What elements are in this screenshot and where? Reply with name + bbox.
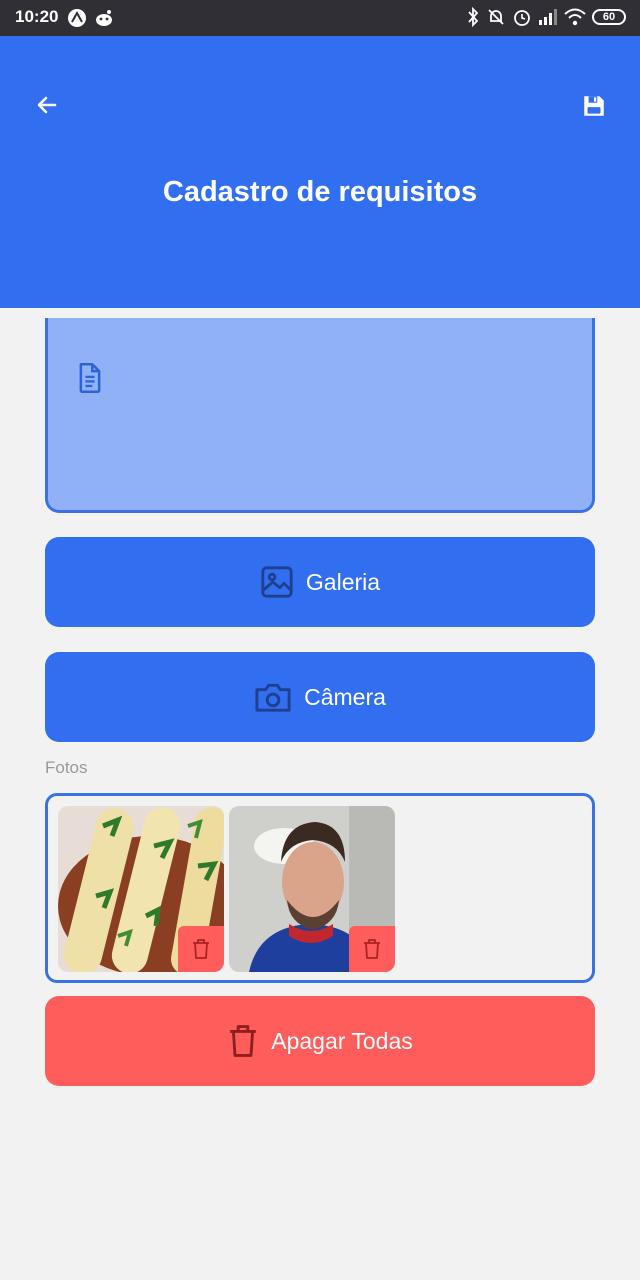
floppy-disk-icon (584, 96, 604, 116)
trash-icon (193, 939, 209, 959)
trash-icon (230, 1025, 257, 1057)
notifications-off-icon (488, 9, 504, 25)
delete-photo-button[interactable] (178, 926, 224, 972)
page-title: Cadastro de requisitos (162, 176, 478, 208)
photos-container (45, 793, 595, 983)
reddit-icon (96, 10, 112, 26)
status-right-icons: 60 (466, 7, 626, 27)
app-header: Cadastro de requisitos (0, 36, 640, 308)
photo-thumbnail[interactable] (58, 806, 224, 972)
delete-all-button-label: Apagar Todas (271, 1027, 413, 1054)
bluetooth-icon (468, 7, 479, 27)
alarm-icon (514, 10, 530, 26)
expo-icon (68, 9, 86, 27)
wifi-icon (564, 8, 586, 26)
photo-thumbnail[interactable] (229, 806, 395, 972)
battery-indicator: 60 (592, 9, 626, 25)
status-time: 10:20 (15, 7, 59, 26)
gallery-button[interactable]: Galeria (45, 537, 595, 627)
status-bar: 10:20 60 (0, 0, 640, 36)
trash-icon (364, 939, 380, 959)
camera-icon (255, 683, 291, 712)
back-button[interactable] (30, 88, 64, 122)
description-textarea[interactable] (45, 318, 595, 513)
document-icon (76, 362, 104, 398)
signal-icon (539, 9, 557, 25)
photos-label: Fotos (45, 758, 88, 777)
image-icon (261, 566, 293, 598)
save-button[interactable] (576, 88, 612, 124)
delete-all-button[interactable]: Apagar Todas (45, 996, 595, 1086)
delete-photo-button[interactable] (349, 926, 395, 972)
gallery-button-label: Galeria (305, 568, 381, 595)
camera-button-label: Câmera (304, 683, 386, 710)
status-left-icons (67, 8, 115, 28)
camera-button[interactable]: Câmera (45, 652, 595, 742)
arrow-left-icon (37, 96, 57, 114)
